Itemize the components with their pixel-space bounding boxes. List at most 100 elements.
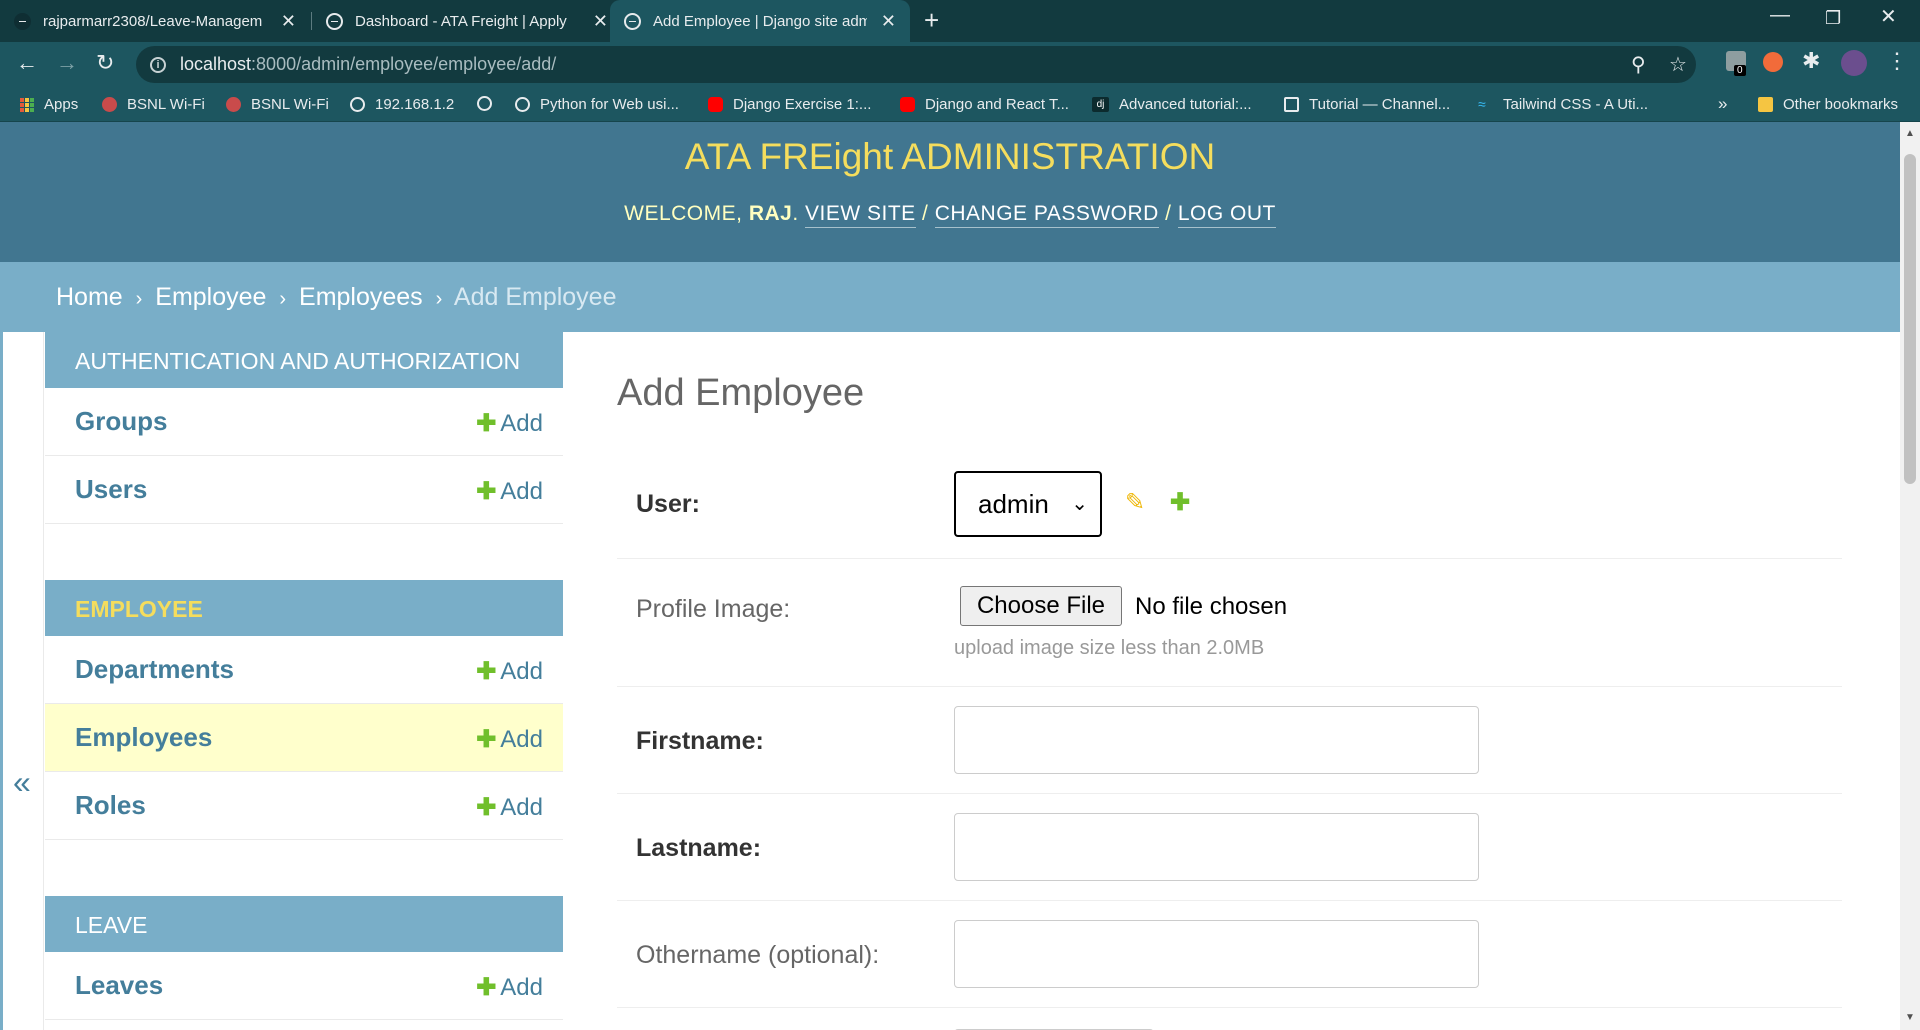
new-tab-plus-icon[interactable]: + [924,5,939,36]
back-arrow-icon[interactable]: ← [16,50,38,76]
collapse-sidebar-icon[interactable]: « [13,764,31,801]
bsnl-icon [226,97,241,112]
close-icon[interactable]: ✕ [281,12,296,30]
firstname-input[interactable] [954,706,1479,774]
bookmark-globe[interactable] [477,96,502,111]
bookmarks-bar: Apps BSNL Wi-Fi BSNL Wi-Fi 192.168.1.2 P… [0,88,1920,122]
plus-icon: ✚ [476,726,497,753]
scroll-up-arrow-icon[interactable]: ▲ [1905,128,1915,139]
change-password-link[interactable]: CHANGE PASSWORD [934,202,1159,228]
bookmark-advanced-tutorial[interactable]: dj Advanced tutorial:... [1092,96,1252,113]
bookmark-bsnl-1[interactable]: BSNL Wi-Fi [102,96,205,113]
bookmark-label: Advanced tutorial:... [1119,96,1252,113]
forward-arrow-icon[interactable]: → [56,50,78,76]
module-caption-leave[interactable]: LEAVE [45,896,563,952]
globe-icon [350,97,365,112]
add-label: Add [500,658,543,685]
bookmark-apps[interactable]: Apps [20,96,78,113]
ublock-extension-icon[interactable] [1763,52,1783,72]
firstname-label: Firstname: [636,727,764,755]
close-icon[interactable]: ✕ [881,12,896,30]
lastname-input[interactable] [954,813,1479,881]
username: RAJ [748,202,793,225]
view-site-link[interactable]: VIEW SITE [805,202,916,228]
page-scrollbar[interactable]: ▲ ▼ [1900,122,1920,1030]
sidebar-item-roles: Roles ✚ Add [45,772,563,840]
plus-icon: ✚ [476,658,497,685]
bookmark-label: Tailwind CSS - A Uti... [1503,96,1649,113]
bookmark-django-exercise[interactable]: Django Exercise 1:... [708,96,871,113]
bookmark-django-react[interactable]: Django and React T... [900,96,1069,113]
model-link-groups[interactable]: Groups [75,406,167,437]
address-bar[interactable]: i localhost:8000/admin/employee/employee… [136,46,1696,83]
close-icon[interactable]: ✕ [593,12,608,30]
tailwind-icon: ≈ [1478,96,1486,112]
bookmark-python-web[interactable]: Python for Web usi... [515,96,679,113]
bookmark-bsnl-2[interactable]: BSNL Wi-Fi [226,96,329,113]
bookmark-router[interactable]: 192.168.1.2 [350,96,454,113]
reload-icon[interactable]: ↻ [96,50,114,76]
django-icon: dj [1092,97,1109,112]
bookmark-tailwind[interactable]: ≈ Tailwind CSS - A Uti... [1478,96,1648,113]
breadcrumb: Home › Employee › Employees › Add Employ… [0,262,1900,332]
choose-file-button[interactable]: Choose File [960,586,1122,626]
add-users-link[interactable]: ✚ Add [476,477,543,506]
bookmark-channels[interactable]: Tutorial — Channel... [1284,96,1450,113]
add-groups-link[interactable]: ✚ Add [476,409,543,438]
profile-avatar[interactable] [1841,50,1867,76]
site-info-icon[interactable]: i [150,56,166,73]
plus-icon: ✚ [476,794,497,821]
browser-tab-dashboard[interactable]: Dashboard - ATA Freight | Apply ✕ [312,0,622,42]
model-link-departments[interactable]: Departments [75,654,234,685]
add-roles-link[interactable]: ✚ Add [476,793,543,822]
scrollbar-thumb[interactable] [1904,154,1916,484]
add-related-plus-icon[interactable]: ✚ [1170,488,1190,517]
add-employees-link[interactable]: ✚ Add [476,725,543,754]
restore-icon[interactable]: ❐ [1825,8,1841,29]
add-leaves-link[interactable]: ✚ Add [476,973,543,1002]
model-link-employees[interactable]: Employees [75,722,212,753]
breadcrumb-separator: › [435,288,443,310]
form-row-user: User: admin ⌄ ✎ ✚ [617,450,1842,559]
form-row-firstname: Firstname: [617,687,1842,794]
browser-menu-icon[interactable]: ⋮ [1886,48,1908,74]
extensions-puzzle-icon[interactable]: ✱ [1802,48,1820,74]
folder-icon [1758,97,1773,112]
breadcrumb-current: Add Employee [453,283,617,311]
add-label: Add [500,478,543,505]
bookmark-star-icon[interactable]: ☆ [1669,52,1687,77]
zoom-icon[interactable]: ⚲ [1631,52,1646,77]
site-title[interactable]: ATA FREight ADMINISTRATION [0,136,1900,178]
othername-input[interactable] [954,920,1479,988]
more-bookmarks-chevron-icon[interactable]: » [1718,94,1727,114]
minimize-icon[interactable]: — [1770,4,1790,27]
add-label: Add [500,410,543,437]
browser-tab-github[interactable]: rajparmarr2308/Leave-Managem ✕ [0,0,310,42]
scroll-down-arrow-icon[interactable]: ▼ [1905,1012,1915,1023]
main-content: Add Employee User: admin ⌄ ✎ ✚ Profile I… [617,332,1842,1030]
model-link-leaves[interactable]: Leaves [75,970,163,1001]
bookmark-other[interactable]: Other bookmarks [1758,96,1898,113]
edit-pencil-icon[interactable]: ✎ [1125,488,1145,517]
globe-icon [477,96,492,111]
window-close-icon[interactable]: ✕ [1880,4,1897,29]
browser-tab-add-employee[interactable]: Add Employee | Django site adm ✕ [610,0,910,42]
breadcrumb-app[interactable]: Employee [155,283,266,311]
sidebar-item-departments: Departments ✚ Add [45,636,563,704]
model-link-roles[interactable]: Roles [75,790,146,821]
othername-label: Othername (optional): [636,941,880,969]
add-departments-link[interactable]: ✚ Add [476,657,543,686]
url-host: localhost [180,54,252,74]
welcome-text: WELCOME, [624,202,749,225]
log-out-link[interactable]: LOG OUT [1177,202,1276,228]
breadcrumb-model[interactable]: Employees [299,283,423,311]
tab-title: Add Employee | Django site adm [653,12,867,30]
user-select[interactable]: admin ⌄ [954,471,1102,537]
sidebar-item-employees: Employees ✚ Add [45,704,563,772]
breadcrumb-home[interactable]: Home [56,283,123,311]
url-text: localhost:8000/admin/employee/employee/a… [180,54,556,75]
globe-icon [515,97,530,112]
module-caption-employee[interactable]: EMPLOYEE [45,580,563,636]
module-caption-auth[interactable]: AUTHENTICATION AND AUTHORIZATION [45,332,563,388]
model-link-users[interactable]: Users [75,474,147,505]
